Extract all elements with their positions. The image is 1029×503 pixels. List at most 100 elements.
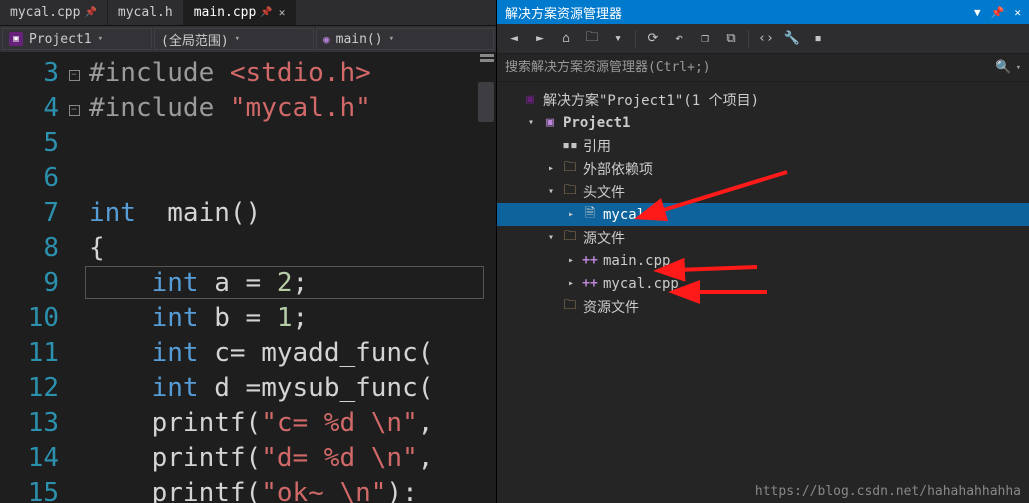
scope-icon[interactable]: ⟳ — [642, 28, 664, 50]
code-line[interactable] — [89, 126, 496, 161]
mini-icon[interactable]: ▪ — [807, 28, 829, 50]
expand-icon[interactable]: ▸ — [565, 278, 577, 289]
fold-toggle[interactable]: − — [69, 105, 80, 116]
tab-label: main.cpp — [194, 5, 257, 20]
tree-label: 源文件 — [583, 228, 625, 248]
tree-node--[interactable]: ▾🗀源文件 — [497, 226, 1029, 249]
code-line[interactable]: #include <stdio.h> — [89, 56, 496, 91]
forward-icon[interactable]: ► — [529, 28, 551, 50]
solution-tree: ▣解决方案"Project1"(1 个项目)▾▣Project1▪▪引用▸🗀外部… — [497, 82, 1029, 503]
separator — [635, 30, 636, 48]
home-icon[interactable]: ⌂ — [555, 28, 577, 50]
chevron-down-icon[interactable]: ▾ — [1016, 63, 1021, 73]
expand-icon[interactable]: ▾ — [545, 232, 557, 243]
tree-node-mycal-h[interactable]: ▸🗎mycal.h — [497, 203, 1029, 226]
line-number: 11 — [0, 336, 59, 371]
code-line[interactable]: #include "mycal.h" — [89, 91, 496, 126]
tree-label: main.cpp — [603, 253, 670, 269]
tree-node-project1[interactable]: ▾▣Project1 — [497, 111, 1029, 134]
code-line[interactable]: printf("d= %d \n", — [89, 441, 496, 476]
tab-mycal-h[interactable]: mycal.h — [108, 0, 184, 25]
tab-mycal-cpp[interactable]: mycal.cpp 📌 — [0, 0, 108, 25]
chevron-down-icon: ▾ — [235, 34, 240, 44]
split-handle-icon[interactable] — [480, 54, 494, 72]
tree-node--[interactable]: ▸🗀外部依赖项 — [497, 157, 1029, 180]
windows-icon[interactable]: ⧉ — [720, 28, 742, 50]
nav-function-label: main() — [336, 32, 383, 47]
panel-title-label: 解决方案资源管理器 — [505, 3, 622, 22]
close-icon[interactable]: ✕ — [1014, 6, 1021, 19]
nav-project-label: Project1 — [29, 32, 92, 47]
line-number: 4 — [0, 91, 59, 126]
tree-label: 头文件 — [583, 182, 625, 202]
nav-function[interactable]: ◉ main() ▾ — [316, 28, 494, 50]
tab-label: mycal.cpp — [10, 5, 80, 20]
tree-label: 外部依赖项 — [583, 159, 653, 179]
search-input[interactable] — [505, 60, 995, 75]
back-icon[interactable]: ◄ — [503, 28, 525, 50]
code-line[interactable]: int d =mysub_func( — [89, 371, 496, 406]
dropdown-icon[interactable]: ▼ — [974, 6, 981, 19]
code-line[interactable]: { — [89, 231, 496, 266]
nav-project[interactable]: ▣ Project1 ▾ — [2, 28, 152, 50]
project-icon: ▣ — [9, 32, 23, 46]
line-number: 7 — [0, 196, 59, 231]
editor-navbar: ▣ Project1 ▾ (全局范围) ▾ ◉ main() ▾ — [0, 26, 496, 52]
dropdown-icon[interactable]: ▾ — [607, 28, 629, 50]
code-line[interactable]: int main() — [89, 196, 496, 231]
code-text[interactable]: #include <stdio.h>#include "mycal.h" int … — [83, 52, 496, 503]
line-number: 5 — [0, 126, 59, 161]
nav-scope-label: (全局范围) — [161, 30, 229, 49]
panel-titlebar[interactable]: 解决方案资源管理器 ▼ 📌 ✕ — [497, 0, 1029, 24]
code-line[interactable]: int c= myadd_func( — [89, 336, 496, 371]
line-number: 14 — [0, 441, 59, 476]
expand-icon[interactable]: ▸ — [545, 163, 557, 174]
wrench-icon[interactable]: 🔧 — [781, 28, 803, 50]
editor-tabstrip: mycal.cpp📌mycal.hmain.cpp📌✕ — [0, 0, 496, 26]
expand-icon[interactable]: ▸ — [565, 209, 577, 220]
tab-main-cpp[interactable]: main.cpp📌 ✕ — [184, 0, 297, 25]
pin-icon[interactable]: 📌 — [991, 6, 1005, 19]
tree-node-main-cpp[interactable]: ▸++main.cpp — [497, 249, 1029, 272]
tree-label: Project1 — [563, 115, 630, 131]
code-line[interactable]: int a = 2; — [89, 266, 496, 301]
window-icon[interactable]: ❐ — [694, 28, 716, 50]
line-number: 10 — [0, 301, 59, 336]
chevron-down-icon: ▾ — [389, 34, 394, 44]
line-number: 8 — [0, 231, 59, 266]
editor-pane: mycal.cpp📌mycal.hmain.cpp📌✕ ▣ Project1 ▾… — [0, 0, 497, 503]
tree-node--project1-1-[interactable]: ▣解决方案"Project1"(1 个项目) — [497, 88, 1029, 111]
close-icon[interactable]: ✕ — [279, 6, 286, 19]
expand-icon[interactable]: ▾ — [545, 186, 557, 197]
expand-icon[interactable]: ▸ — [565, 255, 577, 266]
nav-scope[interactable]: (全局范围) ▾ — [154, 28, 314, 50]
search-icon[interactable]: 🔍 — [995, 60, 1011, 75]
sync-icon[interactable]: 🗀 — [581, 28, 603, 50]
panel-searchbar: 🔍▾ — [497, 54, 1029, 82]
tree-label: 资源文件 — [583, 297, 639, 317]
line-number: 3 — [0, 56, 59, 91]
tree-node--[interactable]: ▪▪引用 — [497, 134, 1029, 157]
pin-icon[interactable]: 📌 — [84, 7, 96, 18]
line-number: 12 — [0, 371, 59, 406]
code-line[interactable]: int b = 1; — [89, 301, 496, 336]
line-number: 9 — [0, 266, 59, 301]
undo-icon[interactable]: ↶ — [668, 28, 690, 50]
expand-icon[interactable]: ▾ — [525, 117, 537, 128]
line-number: 13 — [0, 406, 59, 441]
code-line[interactable]: printf("c= %d \n", — [89, 406, 496, 441]
code-line[interactable] — [89, 161, 496, 196]
tree-node--[interactable]: ▾🗀头文件 — [497, 180, 1029, 203]
scrollbar[interactable] — [478, 82, 494, 122]
code-line[interactable]: printf("ok~ \n"): — [89, 476, 496, 503]
tree-node--[interactable]: 🗀资源文件 — [497, 295, 1029, 318]
separator — [748, 30, 749, 48]
code-icon[interactable]: ‹› — [755, 28, 777, 50]
watermark: https://blog.csdn.net/hahahahhahha — [755, 484, 1021, 499]
pin-icon[interactable]: 📌 — [260, 7, 272, 18]
tree-node-mycal-cpp[interactable]: ▸++mycal.cpp — [497, 272, 1029, 295]
line-gutter: 3456789101112131415 — [0, 52, 65, 503]
code-area[interactable]: 3456789101112131415 −− #include <stdio.h… — [0, 52, 496, 503]
fold-toggle[interactable]: − — [69, 70, 80, 81]
panel-toolbar: ◄►⌂🗀▾ ⟳↶❐⧉ ‹›🔧▪ — [497, 24, 1029, 54]
